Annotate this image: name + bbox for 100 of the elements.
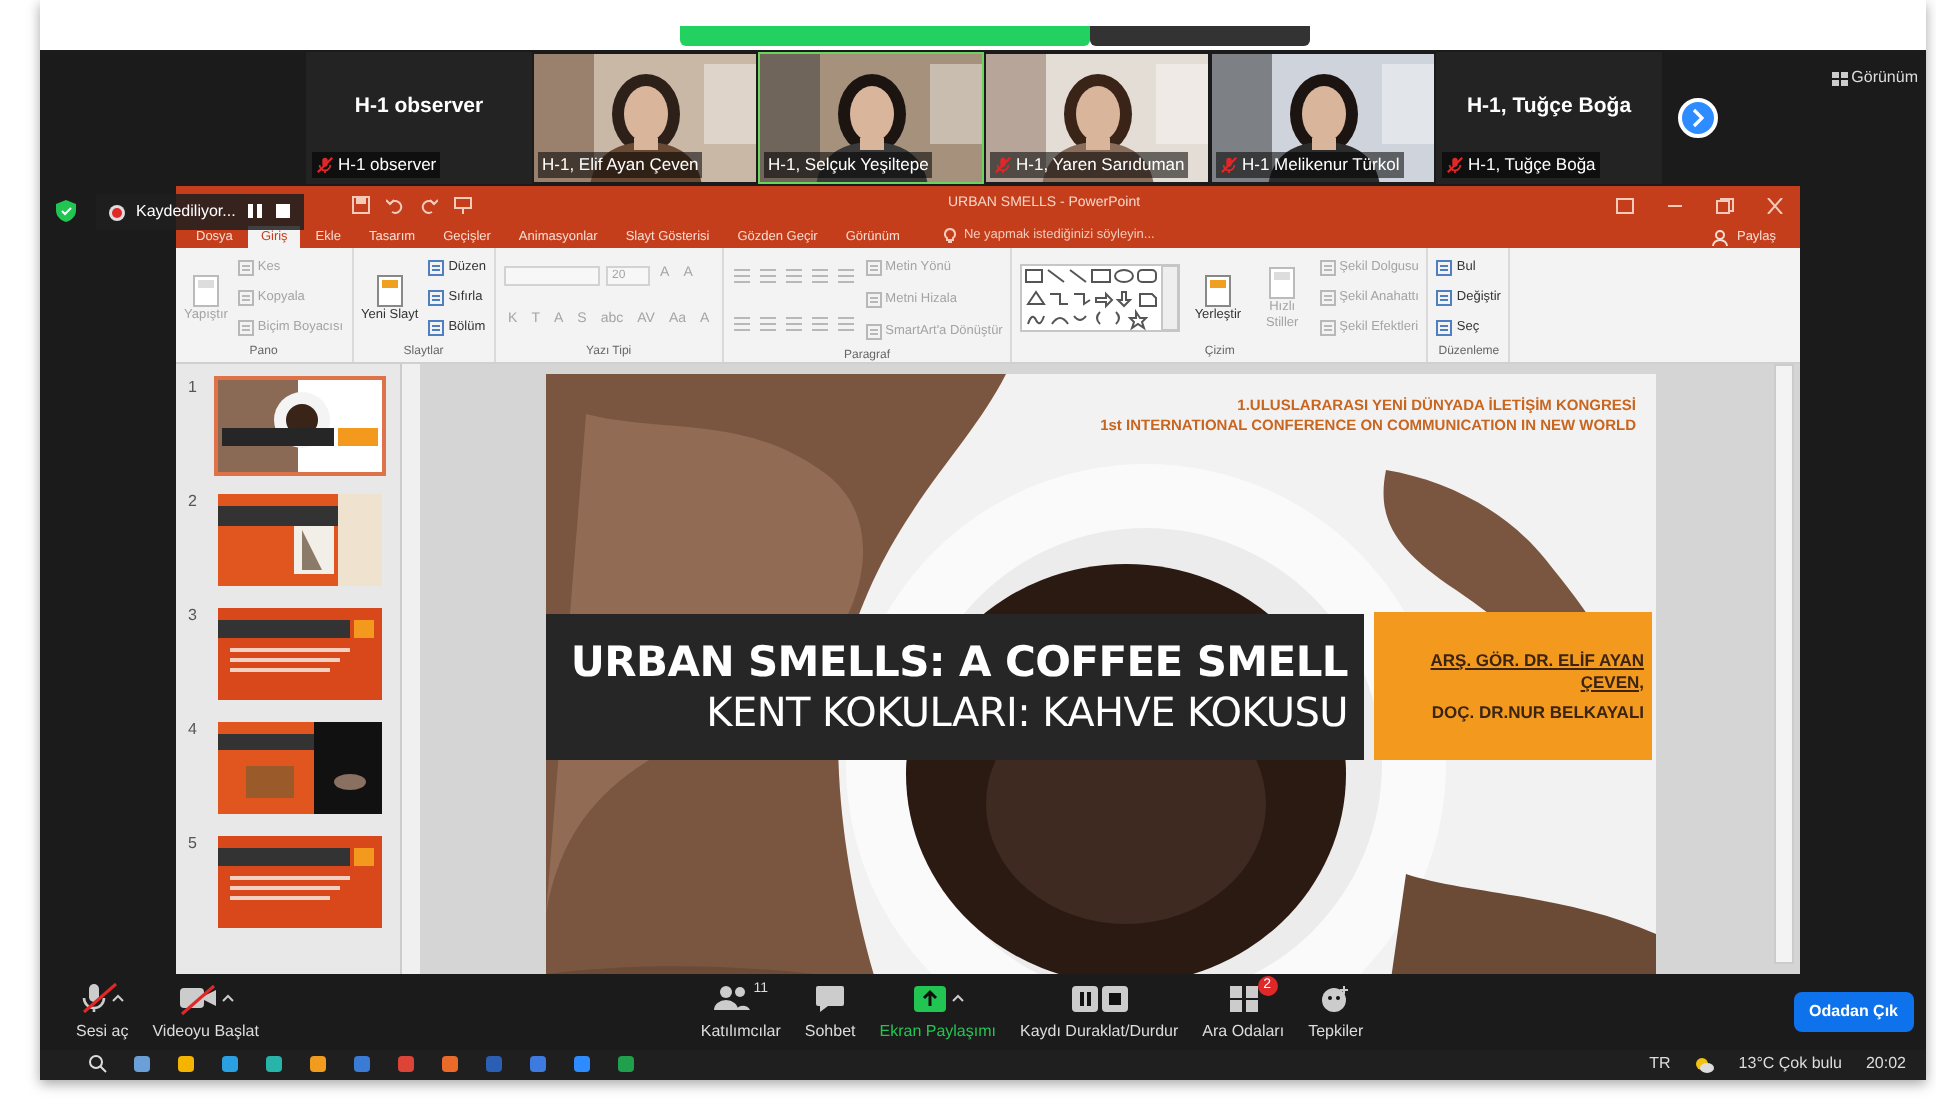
app-icon[interactable] (616, 1054, 636, 1074)
slide-thumbnail[interactable] (214, 376, 386, 476)
slide-number: 4 (188, 718, 199, 742)
chevron-right-icon (1690, 108, 1706, 128)
slide-number: 5 (188, 832, 199, 856)
square-icon (1436, 289, 1453, 306)
lines-icon (757, 267, 778, 284)
muted-mic-icon (316, 156, 334, 175)
slide-thumbnail[interactable] (214, 490, 386, 590)
close-icon[interactable] (1766, 197, 1784, 213)
square-icon (428, 259, 445, 276)
app-icon[interactable] (396, 1054, 416, 1074)
slide-number: 3 (188, 604, 199, 628)
app-icon[interactable] (352, 1054, 372, 1074)
slide-thumbnail[interactable] (214, 832, 386, 932)
square-icon (1319, 259, 1336, 276)
language-indicator[interactable]: TR (1649, 1054, 1671, 1074)
share-screen-icon (911, 983, 948, 1013)
page-icon (187, 272, 224, 308)
lines-icon (835, 267, 856, 284)
square-icon (1436, 259, 1453, 276)
grid-icon (1227, 983, 1260, 1013)
app-icon[interactable] (220, 1054, 240, 1074)
participant-name: H-1, Tuğçe Boğa (1468, 152, 1596, 178)
grid-icon (1831, 71, 1848, 85)
restore-icon[interactable] (1716, 197, 1734, 213)
redo-icon[interactable] (420, 196, 438, 214)
scrollbar[interactable] (1774, 364, 1794, 964)
person-icon (1712, 229, 1729, 245)
square-icon (865, 324, 882, 340)
participant-name: H-1, Elif Ayan Çeven (542, 152, 699, 178)
search-icon[interactable] (88, 1054, 108, 1074)
pause-icon (245, 202, 264, 221)
slide-number: 1 (188, 376, 199, 400)
slide-title: URBAN SMELLS: A COFFEE SMELL (570, 636, 1348, 688)
app-icon[interactable] (176, 1054, 196, 1074)
caret-icon[interactable] (951, 994, 964, 1002)
author-name: DOÇ. DR.NUR BELKAYALI (1431, 701, 1644, 723)
slide-thumbnail[interactable] (214, 604, 386, 704)
square-icon (1319, 289, 1336, 306)
weather-text[interactable]: 13°C Çok bulu (1738, 1054, 1842, 1074)
square-icon (237, 320, 254, 337)
shield-icon (56, 200, 76, 222)
people-icon (713, 984, 750, 1012)
slide-number: 2 (188, 490, 199, 514)
slide-subtitle: KENT KOKULARI: KAHVE KOKUSU (706, 688, 1348, 738)
lightbulb-icon (943, 228, 956, 245)
square-icon (237, 289, 254, 306)
app-icon[interactable] (264, 1054, 284, 1074)
lines-icon (731, 267, 752, 284)
record-dot-icon (108, 203, 126, 221)
app-icon[interactable] (308, 1054, 328, 1074)
page-icon (1199, 272, 1236, 308)
lines-icon (809, 315, 830, 332)
smiley-icon (1319, 983, 1352, 1013)
lines-icon (835, 315, 856, 332)
page-icon (371, 272, 408, 308)
lines-icon (731, 315, 752, 332)
participant-name: H-1 Melikenur Türkol (1242, 152, 1400, 178)
toolbar-button[interactable]: Videoyu Başlat (140, 980, 271, 1044)
undo-icon[interactable] (386, 196, 404, 214)
presentation-icon[interactable] (454, 196, 472, 214)
pause-stop-icon (1069, 983, 1130, 1013)
square-icon (237, 259, 254, 276)
square-icon (1436, 320, 1453, 337)
clock[interactable]: 20:02 (1865, 1054, 1906, 1074)
shape-gallery[interactable] (1020, 264, 1181, 332)
app-icon[interactable] (132, 1054, 152, 1074)
next-page-button[interactable] (1678, 98, 1718, 138)
scrollbar[interactable] (400, 364, 420, 974)
participant-name: H-1, Yaren Sarıduman (1016, 152, 1185, 178)
lines-icon (757, 315, 778, 332)
app-icon[interactable] (528, 1054, 548, 1074)
leave-button[interactable]: Odadan Çık (1793, 992, 1914, 1032)
lines-icon (809, 267, 830, 284)
view-button[interactable]: Görünüm (1831, 66, 1918, 90)
app-icon[interactable] (440, 1054, 460, 1074)
toolbar-button[interactable]: Sohbet (792, 980, 868, 1044)
app-icon[interactable] (572, 1054, 592, 1074)
ribbon-options-icon[interactable] (1616, 197, 1634, 213)
lines-icon (783, 267, 804, 284)
caret-icon[interactable] (112, 994, 125, 1002)
muted-mic-icon (994, 156, 1012, 175)
recording-label: Kaydediliyor... (136, 200, 236, 224)
participant-name: H-1, Selçuk Yeşiltepe (768, 152, 929, 178)
square-icon (865, 292, 882, 308)
muted-mic-icon (1446, 156, 1464, 175)
toolbar-button[interactable]: Kaydı Duraklat/Durdur (1008, 980, 1191, 1044)
square-icon (865, 260, 882, 276)
lines-icon (783, 315, 804, 332)
muted-mic-icon (1220, 156, 1238, 175)
caret-icon[interactable] (221, 994, 234, 1002)
square-icon (1319, 320, 1336, 337)
toolbar-button[interactable]: Tepkiler (1296, 980, 1376, 1044)
save-icon[interactable] (352, 196, 370, 214)
slide-thumbnail[interactable] (214, 718, 386, 818)
page-icon (1264, 264, 1301, 300)
weather-icon (1694, 1054, 1715, 1074)
participant-name: H-1 observer (354, 92, 484, 123)
toolbar-button[interactable]: Ekran Paylaşımı (867, 980, 1008, 1044)
